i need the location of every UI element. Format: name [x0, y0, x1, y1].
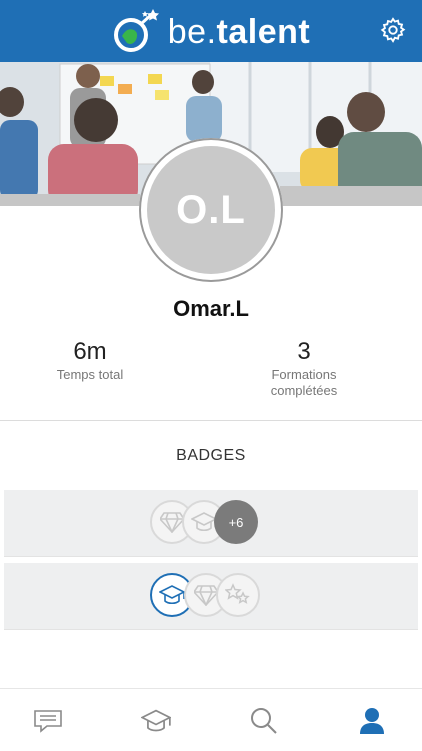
- stat-completed-courses-label-line2: complétées: [270, 383, 338, 398]
- nav-search[interactable]: [248, 705, 280, 737]
- diamond-icon: [194, 585, 218, 606]
- stat-completed-courses-value: 3: [297, 338, 311, 365]
- message-icon: [34, 710, 62, 733]
- stat-completed-courses-label-line1: Formations: [271, 367, 337, 382]
- section-divider: [0, 420, 422, 421]
- user-name: Omar.L: [173, 296, 249, 321]
- gear-icon: [380, 17, 406, 43]
- settings-button[interactable]: [378, 15, 408, 45]
- nav-profile[interactable]: [356, 705, 388, 737]
- bottom-navigation: [0, 688, 422, 751]
- nav-messages[interactable]: [32, 705, 64, 737]
- graduation-cap-icon: [141, 709, 171, 732]
- logo-mark-icon: [113, 9, 159, 52]
- stars-icon: [225, 583, 250, 604]
- search-icon: [251, 708, 277, 734]
- graduation-cap-icon: [159, 585, 185, 605]
- stars-badge[interactable]: [216, 573, 260, 617]
- badges-title: BADGES: [176, 447, 246, 464]
- badge-row[interactable]: [4, 563, 418, 630]
- avatar-initials: O.L: [147, 146, 275, 274]
- badge-row[interactable]: +6: [4, 490, 418, 557]
- more-badges-button[interactable]: +6: [214, 500, 258, 544]
- stat-total-time: 6m Temps total: [0, 338, 180, 382]
- diamond-icon: [160, 512, 184, 533]
- stat-total-time-label: Temps total: [56, 367, 124, 382]
- logo-text: be.talent: [168, 15, 310, 49]
- app-header: be.talent: [0, 0, 422, 62]
- stat-completed-courses: 3 Formations complétées: [214, 338, 394, 398]
- nav-courses[interactable]: [140, 705, 172, 737]
- be-talent-logo: be.talent: [112, 8, 310, 54]
- logo-text-prefix: be.: [167, 13, 217, 51]
- avatar[interactable]: O.L: [139, 138, 283, 282]
- stat-total-time-value: 6m: [73, 338, 107, 365]
- user-icon: [360, 708, 384, 734]
- logo-text-suffix: talent: [216, 13, 311, 51]
